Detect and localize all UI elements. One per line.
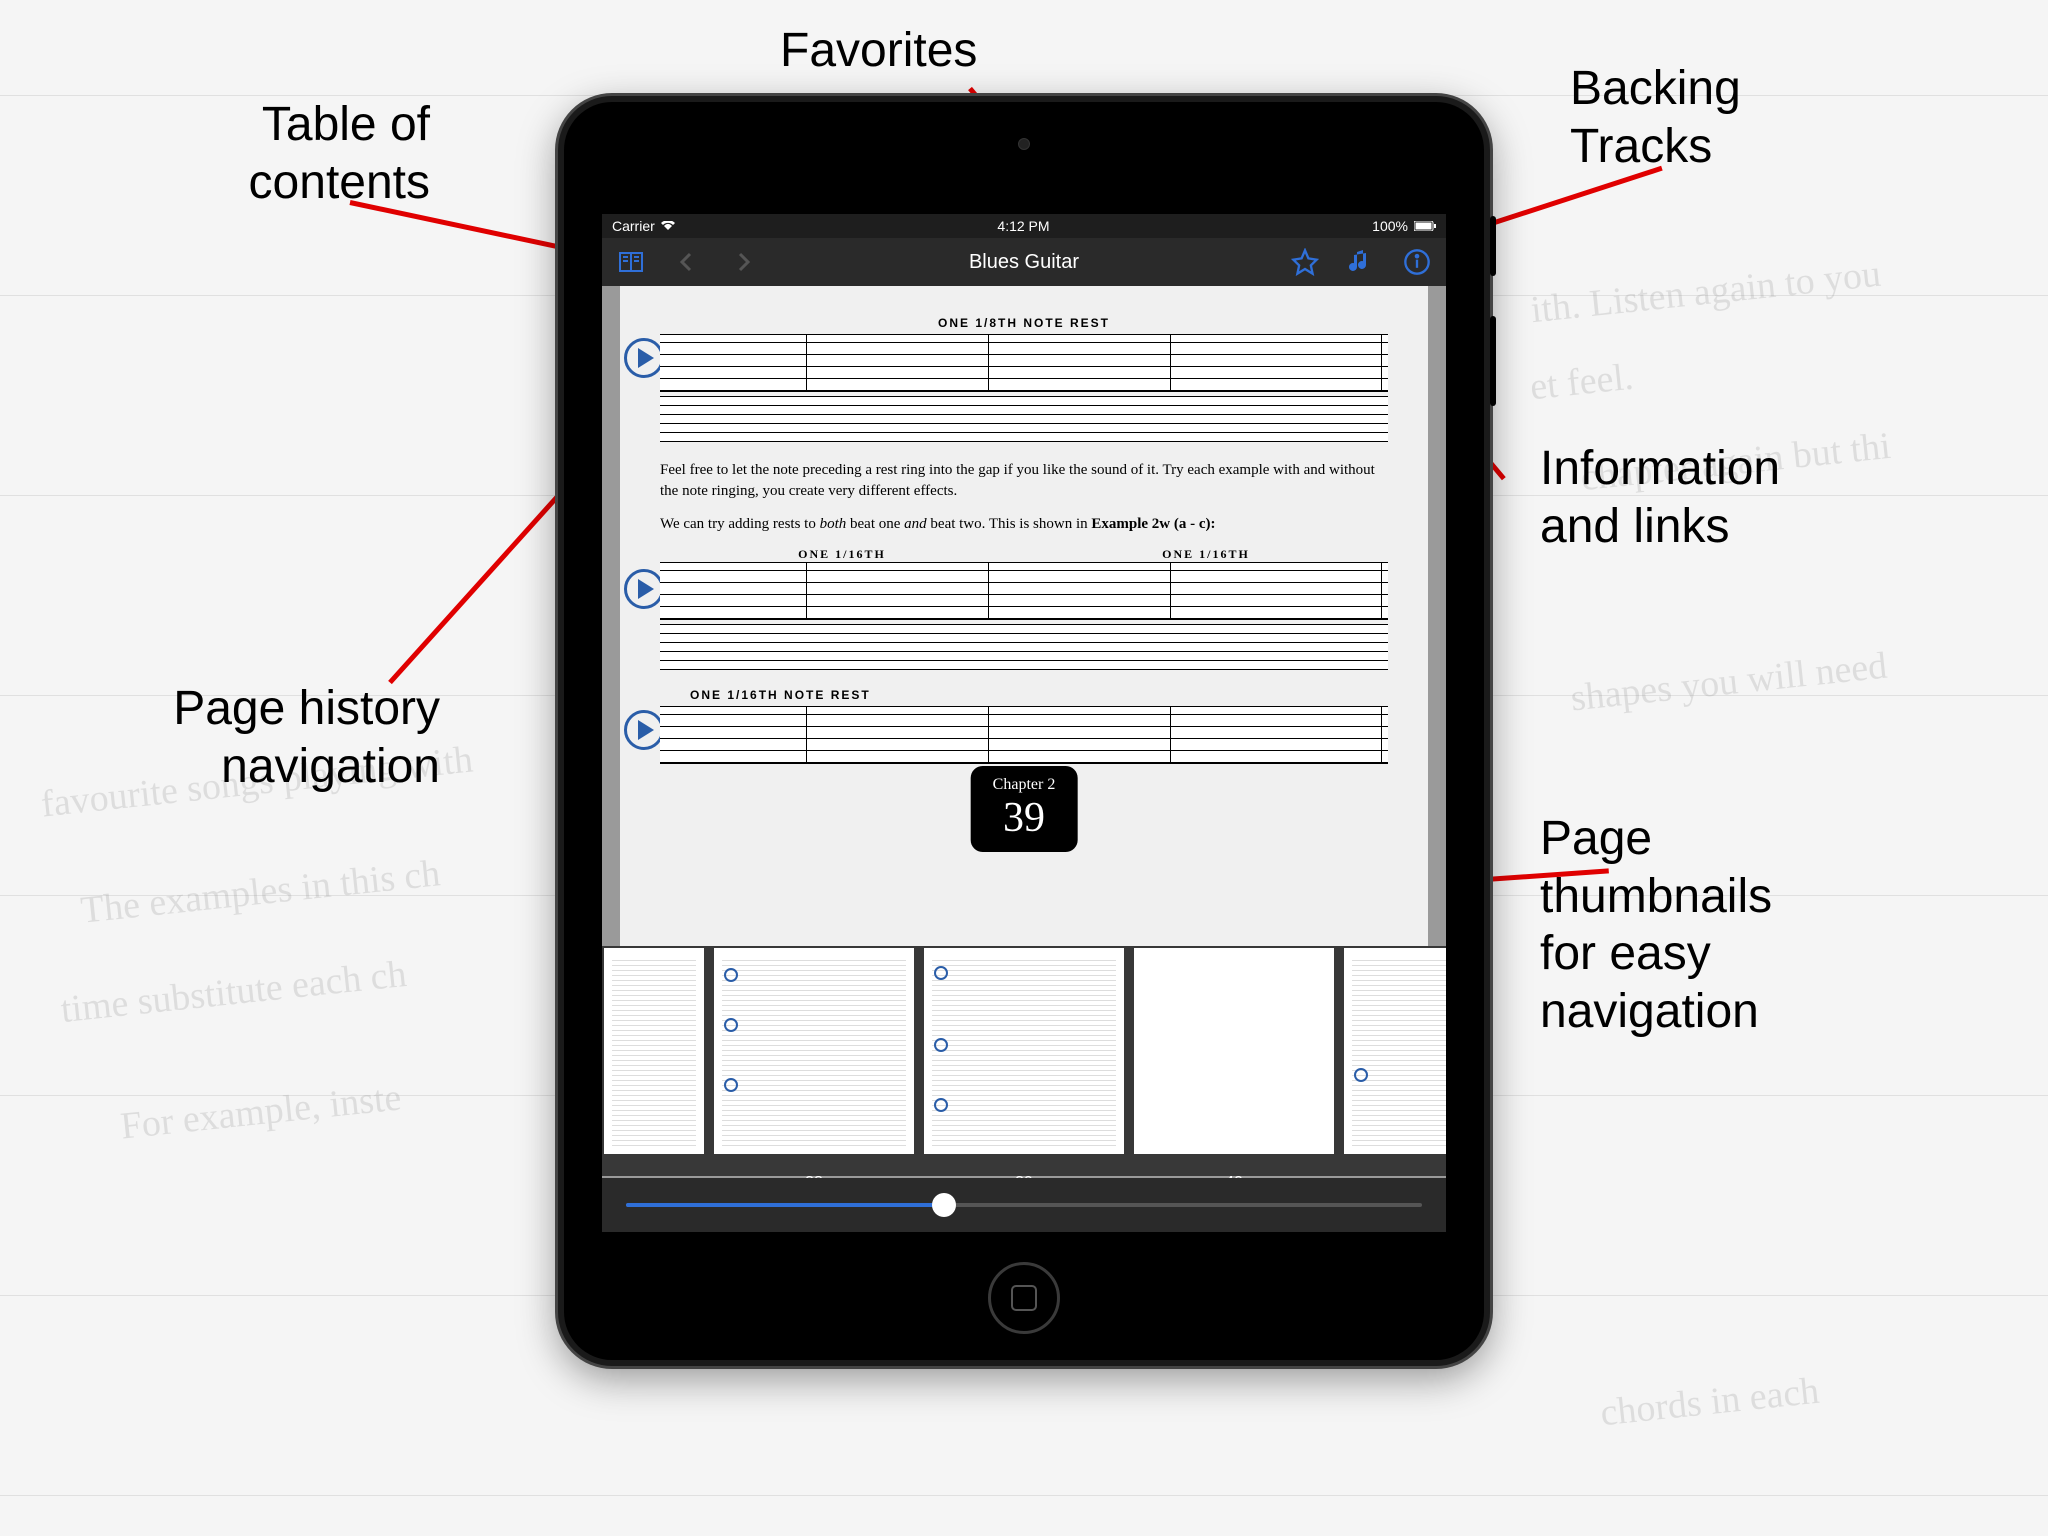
tab-staff xyxy=(660,624,1388,670)
page-thumbnail[interactable] xyxy=(714,948,914,1154)
toc-button[interactable] xyxy=(614,245,648,279)
page-thumbnail[interactable] xyxy=(1344,948,1446,1154)
ipad-home-button[interactable] xyxy=(988,1262,1060,1334)
music-staff xyxy=(660,334,1388,392)
play-button[interactable] xyxy=(624,569,664,609)
play-icon xyxy=(724,1078,738,1092)
music-staff xyxy=(660,706,1388,764)
notation-heading: ONE 1/8TH NOTE REST xyxy=(660,316,1388,330)
popover-page-number: 39 xyxy=(993,794,1056,842)
annotation-favorites: Favorites xyxy=(780,22,977,80)
play-icon xyxy=(1354,1068,1368,1082)
annotation-thumbs: Page thumbnails for easy navigation xyxy=(1540,810,1772,1040)
notation-label: ONE 1/16TH xyxy=(1162,547,1250,562)
status-battery-pct: 100% xyxy=(1372,218,1408,234)
music-staff xyxy=(660,562,1388,620)
status-carrier: Carrier xyxy=(612,218,655,234)
slider-fill xyxy=(626,1203,944,1207)
ipad-sleep-button xyxy=(1490,216,1496,276)
wifi-icon xyxy=(661,218,675,234)
play-icon xyxy=(724,968,738,982)
content-area: ONE 1/8TH NOTE REST Feel free to let the… xyxy=(602,286,1446,1232)
notation-example-2a: ONE 1/16TH ONE 1/16TH xyxy=(660,547,1388,670)
page-thumbnail[interactable] xyxy=(924,948,1124,1154)
info-button[interactable] xyxy=(1400,245,1434,279)
notation-label: ONE 1/16TH xyxy=(798,547,886,562)
annotation-history: Page history navigation xyxy=(40,680,440,795)
battery-icon xyxy=(1414,218,1436,234)
page-slider[interactable] xyxy=(626,1203,1422,1207)
play-icon xyxy=(724,1018,738,1032)
page-thumbnail[interactable] xyxy=(1134,948,1334,1154)
notation-label: ONE 1/16TH NOTE REST xyxy=(660,688,1388,702)
play-icon xyxy=(934,1038,948,1052)
page-title: Blues Guitar xyxy=(969,251,1079,274)
back-button[interactable] xyxy=(670,245,704,279)
status-bar: Carrier 4:12 PM 100% xyxy=(602,214,1446,238)
annotation-toc: Table of contents xyxy=(90,96,430,211)
page-thumbnail[interactable] xyxy=(604,948,704,1154)
play-icon xyxy=(934,966,948,980)
tracks-button[interactable] xyxy=(1344,245,1378,279)
status-time: 4:12 PM xyxy=(997,218,1049,234)
toolbar: Blues Guitar xyxy=(602,238,1446,286)
play-button[interactable] xyxy=(624,338,664,378)
page-popover: Chapter 2 39 xyxy=(971,766,1078,852)
ipad-camera xyxy=(1018,138,1030,150)
body-text-1: Feel free to let the note preceding a re… xyxy=(660,460,1388,502)
tab-staff xyxy=(660,396,1388,442)
popover-chapter: Chapter 2 xyxy=(993,776,1056,794)
page-slider-row xyxy=(602,1178,1446,1232)
page-view[interactable]: ONE 1/8TH NOTE REST Feel free to let the… xyxy=(620,286,1428,947)
thumbnail-strip[interactable] xyxy=(602,946,1446,1176)
favorites-button[interactable] xyxy=(1288,245,1322,279)
app-screen: Carrier 4:12 PM 100% xyxy=(602,214,1446,1232)
play-button[interactable] xyxy=(624,710,664,750)
play-icon xyxy=(934,1098,948,1112)
notation-example-1: ONE 1/8TH NOTE REST xyxy=(660,316,1388,442)
annotation-info: Information and links xyxy=(1540,440,1780,555)
slider-thumb[interactable] xyxy=(932,1193,956,1217)
forward-button[interactable] xyxy=(726,245,760,279)
body-text-2: We can try adding rests to both beat one… xyxy=(660,514,1388,535)
annotation-tracks: Backing Tracks xyxy=(1570,60,1741,175)
ipad-volume-button xyxy=(1490,316,1496,406)
ipad-device-frame: Carrier 4:12 PM 100% xyxy=(558,96,1490,1366)
notation-example-2b: ONE 1/16TH NOTE REST xyxy=(660,688,1388,764)
